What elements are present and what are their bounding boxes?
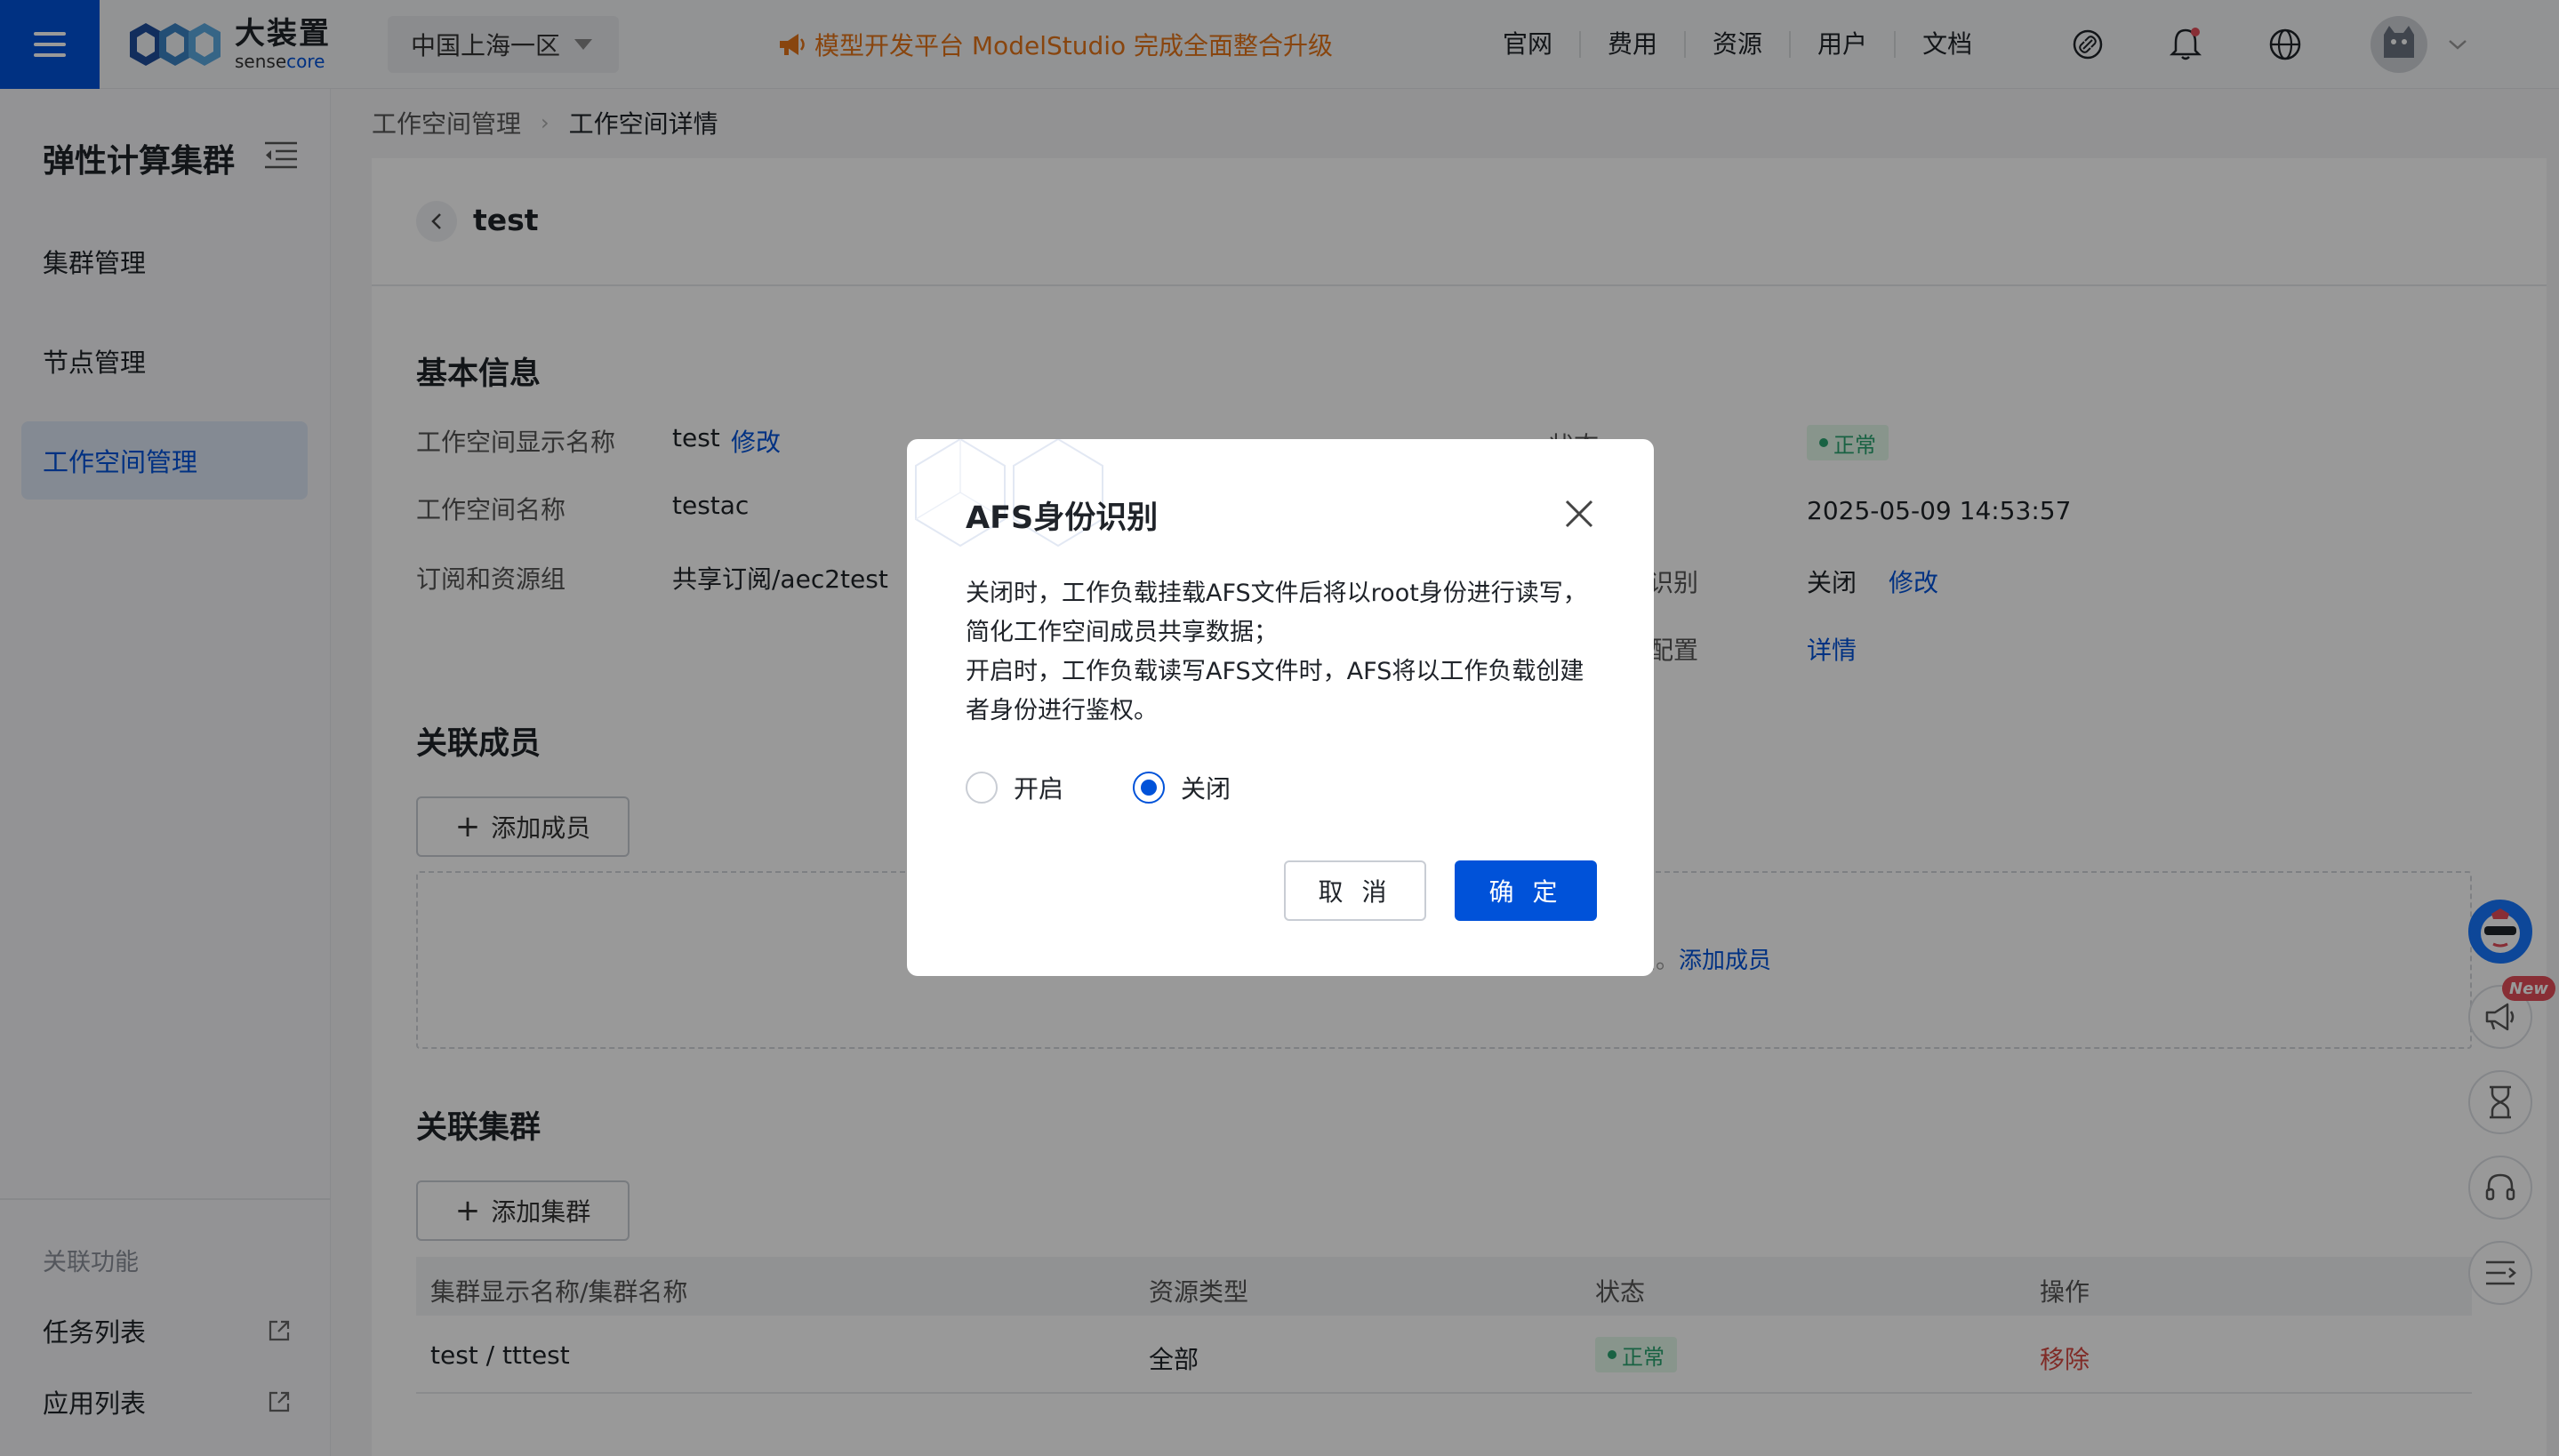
radio-enable-circle (966, 772, 998, 804)
close-icon[interactable] (1560, 494, 1599, 533)
cancel-button[interactable]: 取 消 (1284, 860, 1426, 921)
radio-disable[interactable]: 关闭 (1133, 770, 1231, 805)
dialog-title: AFS身份识别 (966, 500, 1159, 536)
confirm-button[interactable]: 确 定 (1455, 860, 1597, 921)
radio-disable-circle (1133, 772, 1165, 804)
dialog-description-on: 开启时，工作负载读写AFS文件时，AFS将以工作负载创建者身份进行鉴权。 (966, 658, 1584, 724)
afs-identity-dialog: AFS身份识别 关闭时，工作负载挂载AFS文件后将以root身份进行读写，简化工… (907, 439, 1654, 976)
dialog-description-off: 关闭时，工作负载挂载AFS文件后将以root身份进行读写，简化工作空间成员共享数… (966, 580, 1587, 646)
dialog-description: 关闭时，工作负载挂载AFS文件后将以root身份进行读写，简化工作空间成员共享数… (966, 574, 1606, 731)
radio-enable[interactable]: 开启 (966, 770, 1063, 805)
